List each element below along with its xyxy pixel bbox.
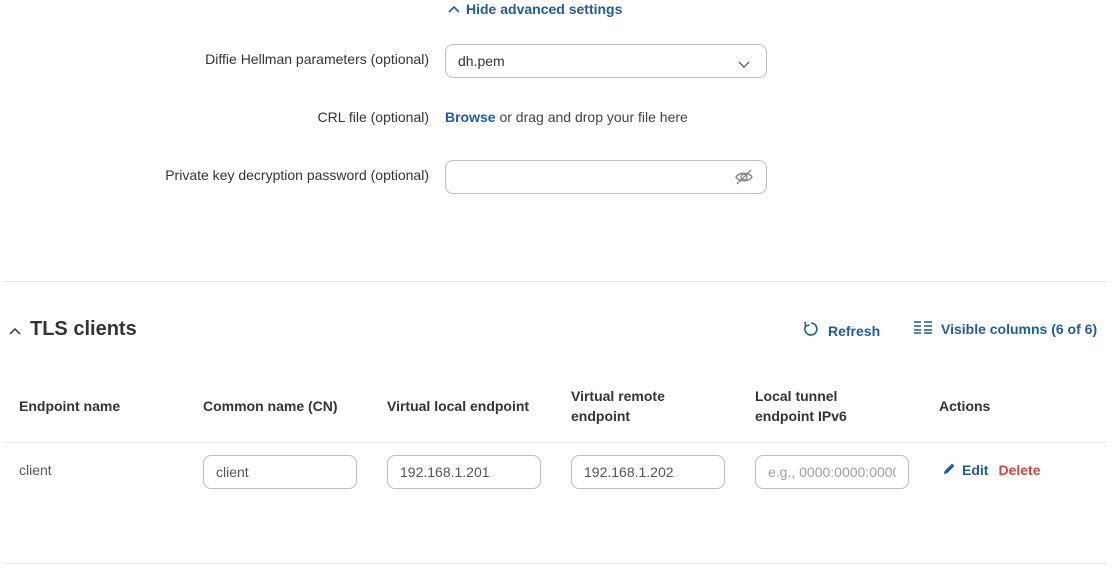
- edit-label: Edit: [962, 462, 989, 478]
- endpoint-name-cell: client: [19, 462, 52, 478]
- visible-columns-label: Visible columns (6 of 6): [941, 320, 1098, 337]
- visible-columns-button[interactable]: Visible columns (6 of 6): [913, 320, 1097, 337]
- private-key-password-input[interactable]: [446, 161, 716, 193]
- crl-file-label: CRL file (optional): [317, 109, 429, 125]
- column-header-virtual-local-endpoint: Virtual local endpoint: [387, 398, 530, 414]
- hide-advanced-settings-link[interactable]: Hide advanced settings: [448, 1, 622, 17]
- column-header-local-tunnel-line2: endpoint IPv6: [755, 408, 847, 424]
- refresh-button[interactable]: Refresh: [802, 320, 880, 341]
- columns-list-icon: [913, 320, 933, 337]
- pencil-icon: [943, 462, 956, 478]
- delete-button[interactable]: Delete: [998, 462, 1040, 478]
- private-key-password-label: Private key decryption password (optiona…: [165, 167, 429, 183]
- column-header-virtual-remote-line2: endpoint: [571, 408, 631, 424]
- dh-parameters-select[interactable]: dh.pem: [445, 44, 767, 78]
- private-key-password-field[interactable]: [445, 160, 767, 194]
- refresh-label: Refresh: [828, 322, 881, 339]
- eye-off-icon[interactable]: [734, 168, 754, 191]
- table-header-divider: [4, 442, 1107, 443]
- dh-parameters-value: dh.pem: [458, 53, 505, 69]
- column-header-endpoint-name: Endpoint name: [19, 398, 121, 414]
- tls-clients-title: TLS clients: [30, 318, 137, 340]
- virtual-local-endpoint-input[interactable]: [387, 455, 541, 489]
- edit-button[interactable]: Edit: [943, 462, 988, 478]
- crl-browse-link[interactable]: Browse: [445, 109, 496, 125]
- refresh-icon: [802, 320, 820, 341]
- table-bottom-divider: [4, 563, 1107, 564]
- column-header-virtual-remote-endpoint: Virtual remote endpoint: [571, 386, 665, 426]
- column-header-actions: Actions: [939, 398, 991, 414]
- chevron-down-icon: [738, 56, 750, 72]
- column-header-virtual-remote-line1: Virtual remote: [571, 388, 665, 404]
- virtual-remote-endpoint-input[interactable]: [571, 455, 725, 489]
- crl-drop-hint: or drag and drop your file here: [499, 109, 688, 125]
- column-header-local-tunnel-ipv6: Local tunnel endpoint IPv6: [755, 386, 847, 426]
- section-divider: [4, 281, 1107, 282]
- row-actions: Edit Delete: [943, 462, 1040, 478]
- column-header-local-tunnel-line1: Local tunnel: [755, 388, 838, 404]
- local-tunnel-ipv6-input[interactable]: [755, 455, 909, 489]
- tls-clients-header[interactable]: TLS clients: [9, 318, 137, 341]
- common-name-input[interactable]: [203, 455, 357, 489]
- crl-file-dropzone[interactable]: Browse or drag and drop your file here: [445, 109, 688, 125]
- column-header-common-name: Common name (CN): [203, 398, 338, 414]
- chevron-up-icon: [448, 5, 460, 13]
- chevron-up-icon: [9, 318, 21, 341]
- hide-advanced-settings-label: Hide advanced settings: [466, 1, 623, 17]
- dh-parameters-label: Diffie Hellman parameters (optional): [205, 51, 429, 67]
